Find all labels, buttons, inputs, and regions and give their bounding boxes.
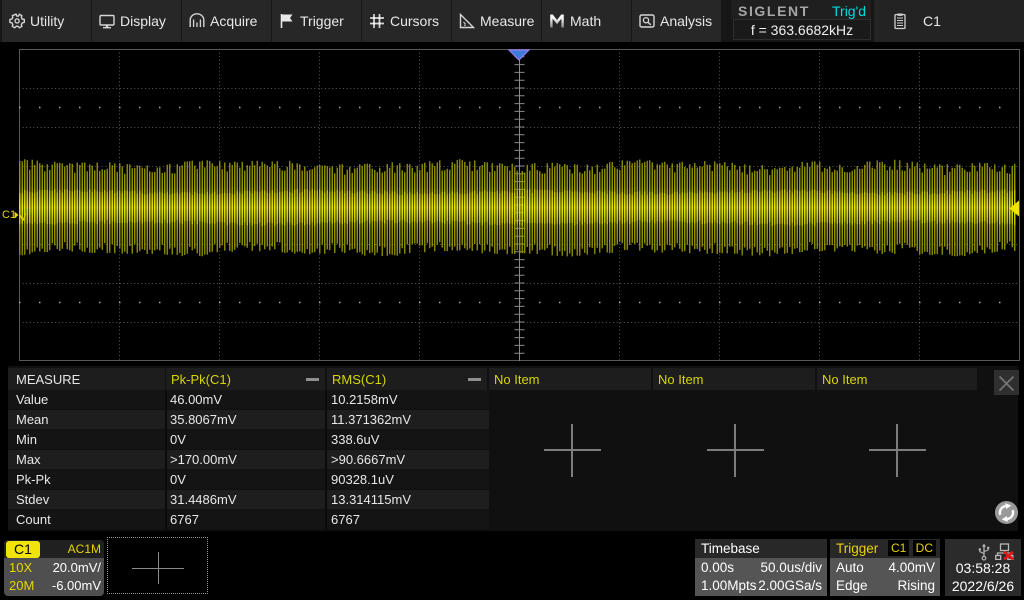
- svg-text:C1: C1: [2, 209, 16, 221]
- svg-text:V: V: [19, 212, 27, 224]
